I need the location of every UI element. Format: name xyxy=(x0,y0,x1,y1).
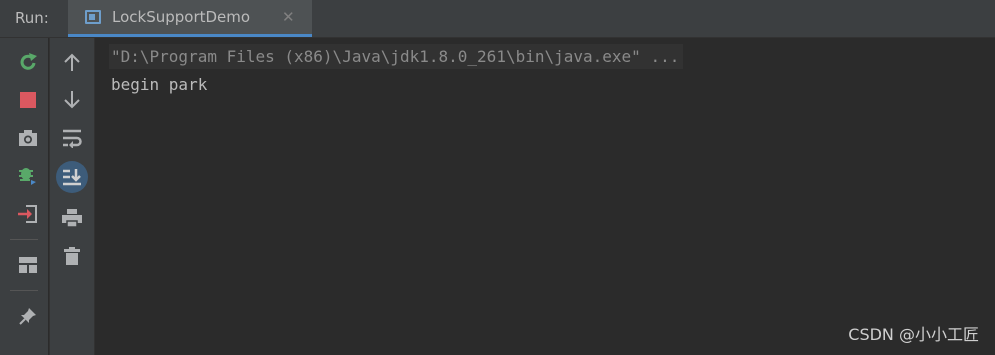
soft-wrap-icon[interactable] xyxy=(58,124,86,152)
tab-title: LockSupportDemo xyxy=(112,8,251,26)
application-icon xyxy=(85,10,101,24)
console-toolbar xyxy=(49,38,95,355)
print-icon[interactable] xyxy=(58,204,86,232)
rerun-icon[interactable] xyxy=(14,48,42,76)
stop-icon[interactable] xyxy=(14,86,42,114)
arrow-up-icon[interactable] xyxy=(58,48,86,76)
tab-lock-support-demo[interactable]: LockSupportDemo ✕ xyxy=(68,0,312,37)
trash-icon[interactable] xyxy=(58,242,86,270)
run-label: Run: xyxy=(15,9,49,27)
pin-icon[interactable] xyxy=(14,302,42,330)
command-line: "D:\Program Files (x86)\Java\jdk1.8.0_26… xyxy=(109,44,684,69)
scroll-to-end-icon[interactable] xyxy=(56,161,88,193)
watermark: CSDN @小小工匠 xyxy=(848,325,979,344)
close-icon[interactable]: ✕ xyxy=(282,8,295,26)
layout-icon[interactable] xyxy=(14,251,42,279)
toolbar-separator xyxy=(10,239,38,240)
camera-icon[interactable] xyxy=(14,124,42,152)
login-icon[interactable] xyxy=(14,200,42,228)
toolbar-separator xyxy=(10,290,38,291)
debug-icon[interactable] xyxy=(14,162,42,190)
console-output[interactable]: "D:\Program Files (x86)\Java\jdk1.8.0_26… xyxy=(95,38,995,355)
run-toolbar xyxy=(0,38,48,355)
run-tool-window-header: Run: LockSupportDemo ✕ xyxy=(0,0,995,38)
tab-active-indicator xyxy=(68,34,312,37)
arrow-down-icon[interactable] xyxy=(58,86,86,114)
output-line: begin park xyxy=(111,75,208,94)
